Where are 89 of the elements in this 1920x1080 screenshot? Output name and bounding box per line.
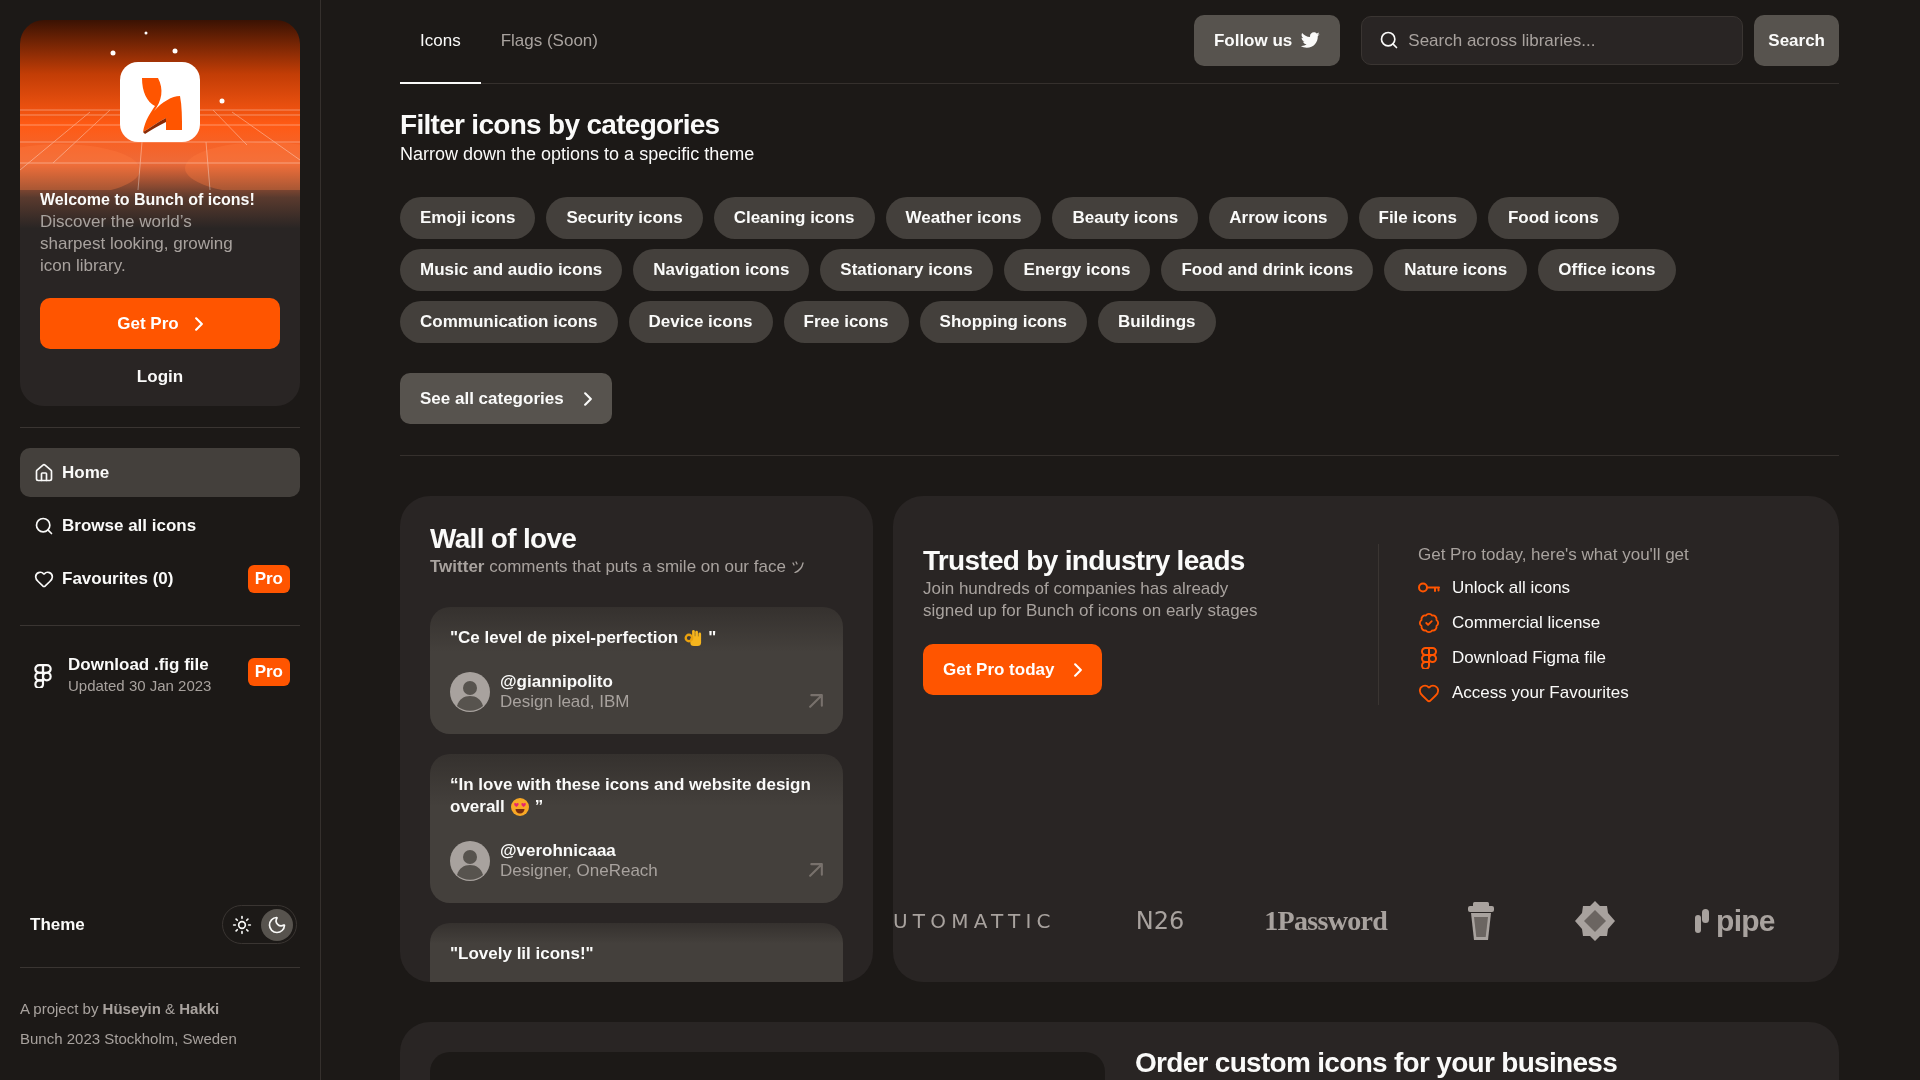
tab[interactable]: Flags (Soon) [480, 0, 618, 84]
category-chip[interactable]: Navigation icons [633, 249, 810, 291]
sidebar-item[interactable]: Favourites (0) Pro [20, 554, 300, 603]
cup-logo-icon [1467, 902, 1496, 940]
updated-date: Updated 30 Jan 2023 [68, 676, 212, 696]
category-chip[interactable]: Arrow icons [1209, 197, 1348, 239]
location-text: Bunch 2023 Stockholm, Sweden [20, 1029, 238, 1049]
category-chip[interactable]: Weather icons [885, 197, 1042, 239]
chevron-right-icon [1074, 662, 1083, 677]
figma-icon [34, 664, 52, 688]
key-icon [1418, 582, 1440, 593]
quote-text: “In love with these icons and website design [450, 774, 811, 796]
wall-title: Wall of love [430, 522, 578, 556]
category-chip[interactable]: Food and drink icons [1161, 249, 1374, 291]
user-handle: @verohnicaaa [500, 841, 617, 861]
bird-icon [1300, 32, 1321, 49]
company-logo: N26 [1135, 909, 1185, 933]
quote-text: "Ce level de pixel-perfection [450, 627, 679, 649]
tab[interactable]: Icons [400, 0, 481, 84]
search-icon [1379, 30, 1400, 50]
download-link[interactable]: Download .fig file [68, 654, 212, 676]
category-chip[interactable]: Communication icons [400, 301, 618, 343]
see-all-categories-button[interactable]: See all categories [400, 373, 612, 424]
perks-title: Get Pro today, here's what you'll get [1418, 544, 1689, 566]
welcome-title: Welcome to Bunch of icons! [40, 190, 256, 210]
quote-text: overall [450, 796, 505, 818]
category-chip[interactable]: File icons [1358, 197, 1477, 239]
seal-logo-icon [1575, 901, 1616, 941]
wall-subtitle: Twitter comments that puts a smile on our face [430, 556, 786, 578]
trusted-title: Trusted by industry leads [923, 544, 1246, 578]
credits-text: A project by Hüseyin & Hakki [20, 999, 221, 1019]
category-chip[interactable]: Free icons [783, 301, 909, 343]
login-link[interactable]: Login [136, 366, 184, 388]
category-chip[interactable]: Music and audio icons [400, 249, 623, 291]
pipe-logo-icon [1695, 909, 1710, 933]
category-chip[interactable]: Buildings [1098, 301, 1216, 343]
category-chip[interactable]: Office icons [1538, 249, 1676, 291]
sun-icon [232, 914, 252, 935]
category-chip[interactable]: Emoji icons [400, 197, 536, 239]
ok-hand-icon [684, 629, 703, 647]
smile-icon [791, 561, 804, 573]
category-chip[interactable]: Nature icons [1384, 249, 1528, 291]
user-handle: @giannipolito [500, 672, 614, 692]
sidebar-item[interactable]: Browse all icons [20, 501, 300, 550]
avatar-icon [450, 841, 490, 881]
sidebar-item[interactable]: Home [20, 448, 300, 497]
user-role: Design lead, IBM [500, 692, 630, 712]
search-button[interactable]: Search [1754, 15, 1839, 66]
company-logo: pipe [1716, 906, 1775, 936]
trusted-text: Join hundreds of companies has already signed up for Bunch of icons on early stages [923, 578, 1259, 622]
heart-eyes-face-icon [510, 798, 529, 816]
quote-text: "Lovely lil icons!" [450, 943, 594, 965]
section-title: Filter icons by categories [400, 108, 721, 142]
avatar-icon [450, 672, 490, 712]
dark-mode-button[interactable] [261, 908, 293, 941]
pro-badge: Pro [247, 658, 290, 686]
order-title: Order custom icons for your business [1135, 1049, 1618, 1077]
category-chip[interactable]: Security icons [546, 197, 703, 239]
theme-label: Theme [30, 913, 85, 936]
home-icon [34, 462, 54, 483]
category-chip[interactable]: Shopping icons [919, 301, 1088, 343]
badge-check-icon [1418, 611, 1440, 634]
category-chip[interactable]: Stationary icons [820, 249, 993, 291]
quote-text: " [708, 627, 717, 649]
category-chip[interactable]: Cleaning icons [713, 197, 875, 239]
perk-label: Commercial license [1452, 611, 1601, 634]
search-field[interactable]: Search across libraries... [1361, 16, 1744, 65]
figma-icon [1421, 646, 1437, 669]
category-chip[interactable]: Device icons [628, 301, 773, 343]
pro-badge: Pro [247, 564, 290, 593]
category-chip[interactable]: Beauty icons [1052, 197, 1199, 239]
app-logo-icon [120, 62, 200, 142]
perk-label: Access your Favourites [1452, 681, 1629, 704]
user-role: Designer, OneReach [500, 861, 658, 881]
section-subtitle: Narrow down the options to a specific theme [400, 143, 756, 166]
welcome-text: Discover the world’s sharpest looking, growing icon library. [40, 211, 234, 277]
chevron-right-icon [194, 316, 203, 331]
chevron-right-icon [583, 391, 592, 406]
company-logo: UTOMATTIC [893, 911, 1056, 931]
search-icon [34, 515, 54, 536]
perk-label: Download Figma file [1452, 646, 1606, 669]
category-chip[interactable]: Energy icons [1003, 249, 1151, 291]
company-logo: 1Password [1264, 907, 1388, 935]
moon-icon [267, 914, 287, 935]
category-chip[interactable]: Food icons [1487, 197, 1619, 239]
quote-text: ” [534, 796, 544, 818]
follow-us-button[interactable]: Follow us [1193, 15, 1341, 66]
heart-icon [34, 568, 54, 589]
perk-label: Unlock all icons [1452, 576, 1571, 599]
